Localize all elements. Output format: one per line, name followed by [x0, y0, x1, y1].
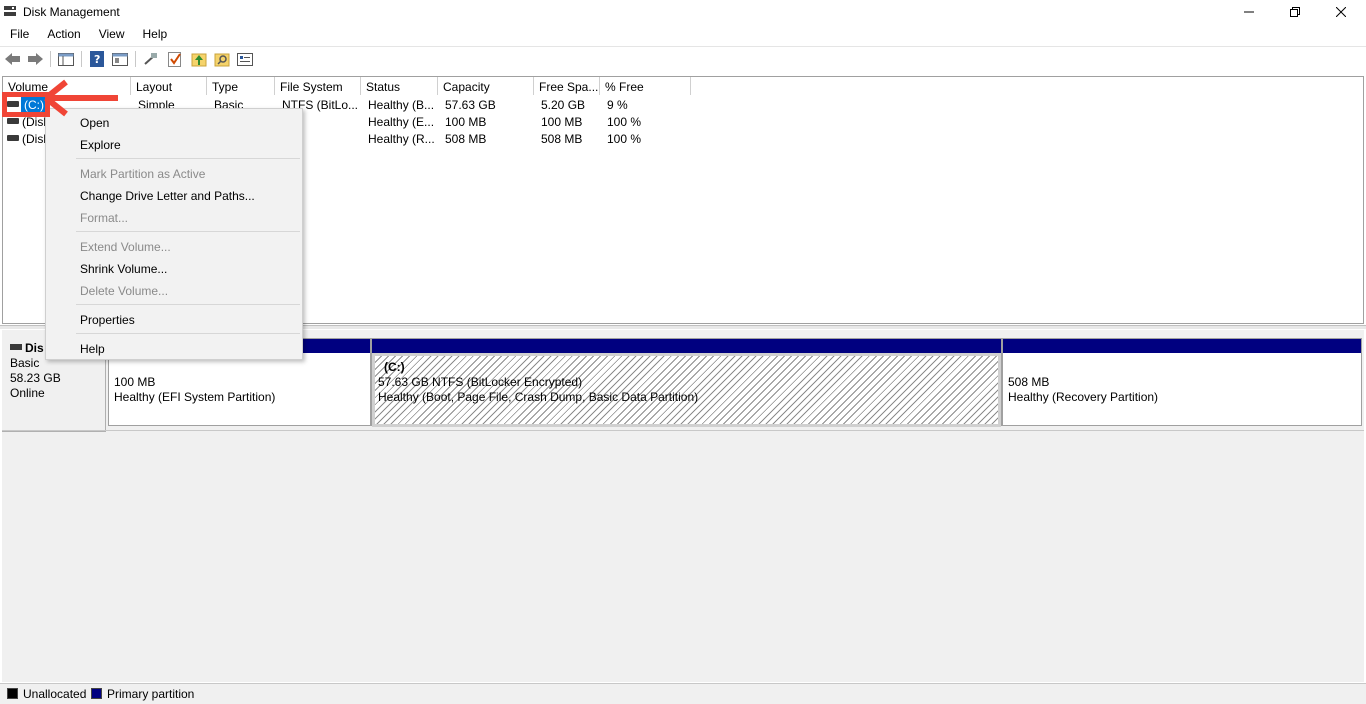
partition-c[interactable]: (C:) 57.63 GB NTFS (BitLocker Encrypted)… [371, 338, 1002, 427]
search-folder-button[interactable] [213, 50, 231, 68]
menu-view[interactable]: View [89, 24, 133, 44]
partition-body-selected: (C:) 57.63 GB NTFS (BitLocker Encrypted)… [372, 353, 1001, 427]
disk-name: Dis [25, 341, 44, 355]
cell-capacity: 508 MB [445, 132, 487, 146]
connect-button[interactable] [142, 50, 160, 68]
column-header-layout[interactable]: Layout [131, 77, 207, 95]
partition-status: Healthy (Boot, Page File, Crash Dump, Ba… [378, 390, 699, 404]
column-header-capacity[interactable]: Capacity [438, 77, 534, 95]
menu-action[interactable]: Action [37, 24, 88, 44]
disk-size: 58.23 GB [10, 371, 61, 385]
disk-icon [10, 344, 22, 350]
properties-icon [112, 53, 128, 66]
column-header-percent-free[interactable]: % Free [600, 77, 691, 95]
menu-bar: File Action View Help [0, 24, 1366, 44]
check-icon [168, 52, 181, 67]
restore-button[interactable] [1272, 0, 1318, 24]
cell-free-space: 508 MB [541, 132, 583, 146]
back-arrow-icon [5, 53, 20, 65]
ctx-extend-volume: Extend Volume... [80, 240, 171, 254]
partition-body: 100 MB Healthy (EFI System Partition) [109, 353, 370, 427]
legend-unallocated: Unallocated [23, 687, 87, 701]
disk-management-app-icon [4, 6, 16, 16]
cell-percent-free: 9 % [607, 98, 628, 112]
cell-percent-free: 100 % [607, 115, 642, 129]
ctx-help[interactable]: Help [46, 337, 302, 359]
partition-status: Healthy (EFI System Partition) [114, 390, 276, 404]
disk-graphical-pane: Dis Basic 58.23 GB Online 100 MB Healthy… [2, 330, 1364, 682]
partition-bar [1003, 339, 1361, 353]
partition-recovery[interactable]: 508 MB Healthy (Recovery Partition) [1002, 338, 1362, 426]
settings-list-button[interactable] [236, 50, 254, 68]
column-header-status[interactable]: Status [361, 77, 438, 95]
column-header-free-space[interactable]: Free Spa... [534, 77, 600, 95]
ctx-format: Format... [80, 211, 129, 225]
ctx-explore[interactable]: Explore [46, 133, 302, 155]
back-button[interactable] [4, 50, 22, 68]
console-tree-button[interactable] [57, 50, 75, 68]
connect-icon [144, 53, 157, 65]
title-bar: Disk Management [0, 0, 1366, 24]
menu-file[interactable]: File [0, 24, 37, 44]
cell-status: Healthy (B... [368, 98, 435, 112]
partition-status: Healthy (Recovery Partition) [1008, 390, 1159, 404]
ctx-properties[interactable]: Properties [46, 308, 302, 330]
cell-capacity: 57.63 GB [445, 98, 496, 112]
console-tree-icon [58, 53, 74, 66]
settings-list-icon [237, 53, 253, 66]
ctx-delete-volume: Delete Volume... [80, 284, 169, 298]
properties-button[interactable] [111, 50, 129, 68]
ctx-shrink-volume[interactable]: Shrink Volume... [46, 257, 302, 279]
close-button[interactable] [1318, 0, 1364, 24]
partition-bar [372, 339, 1001, 353]
minimize-icon [1244, 11, 1254, 13]
forward-button[interactable] [26, 50, 44, 68]
check-button[interactable] [166, 50, 184, 68]
folder-up-button[interactable] [190, 50, 208, 68]
cell-status: Healthy (E... [368, 115, 435, 129]
toolbar: ? [0, 46, 1366, 70]
cell-status: Healthy (R... [368, 132, 435, 146]
help-button[interactable]: ? [88, 50, 106, 68]
cell-free-space: 100 MB [541, 115, 583, 129]
partition-body: 508 MB Healthy (Recovery Partition) [1003, 353, 1361, 427]
disk-state: Online [10, 386, 45, 400]
volume-list-header: Volume Layout Type File System Status Ca… [3, 77, 1363, 95]
unallocated-swatch [7, 688, 18, 699]
cell-percent-free: 100 % [607, 132, 642, 146]
help-icon: ? [90, 51, 104, 67]
cell-free-space: 5.20 GB [541, 98, 586, 112]
cell-capacity: 100 MB [445, 115, 487, 129]
ctx-mark-partition-active: Mark Partition as Active [80, 167, 206, 181]
forward-arrow-icon [28, 53, 43, 65]
ctx-change-drive-letter[interactable]: Change Drive Letter and Paths... [46, 184, 302, 206]
column-header-type[interactable]: Type [207, 77, 275, 95]
partition-name: (C:) [384, 360, 405, 374]
menu-help[interactable]: Help [133, 24, 176, 44]
partition-name [1008, 360, 1356, 375]
annotation-arrow-icon [44, 79, 118, 117]
context-menu: Open Explore Mark Partition as Active Ch… [45, 108, 303, 360]
primary-partition-swatch [91, 688, 102, 699]
close-icon [1336, 7, 1346, 17]
partition-size: 57.63 GB NTFS (BitLocker Encrypted) [378, 375, 583, 389]
window-title: Disk Management [23, 5, 120, 19]
partition-name [114, 360, 365, 375]
svg-text:?: ? [94, 53, 100, 66]
legend-primary-partition: Primary partition [107, 687, 195, 701]
search-folder-icon [214, 53, 230, 67]
folder-up-icon [191, 53, 207, 67]
minimize-button[interactable] [1226, 0, 1272, 24]
partition-size: 508 MB [1008, 375, 1050, 389]
restore-icon [1290, 7, 1300, 17]
legend-bar: Unallocated Primary partition [0, 683, 1366, 704]
column-header-file-system[interactable]: File System [275, 77, 361, 95]
partition-size: 100 MB [114, 375, 156, 389]
